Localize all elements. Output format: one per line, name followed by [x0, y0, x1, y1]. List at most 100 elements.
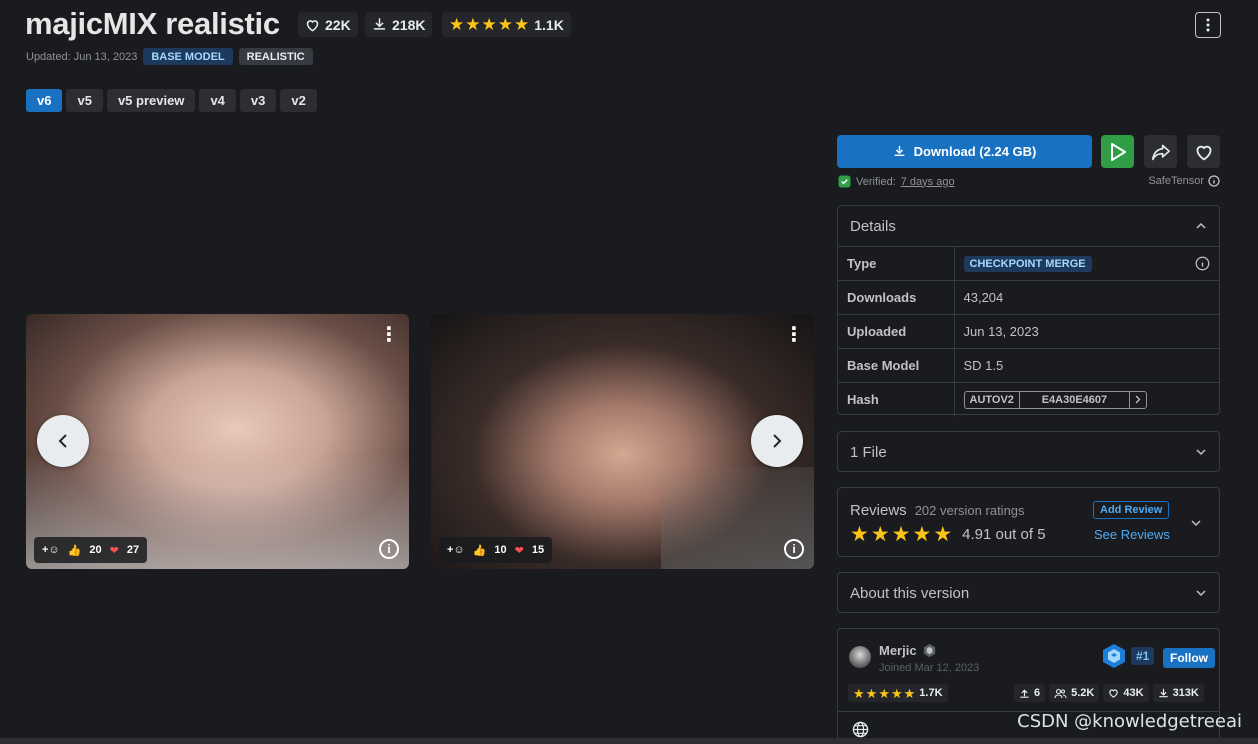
format-text: SafeTensor	[1148, 175, 1204, 187]
image-info-icon[interactable]: i	[379, 539, 399, 559]
heart-reaction-icon[interactable]: ❤	[110, 544, 119, 557]
star-icon: ★	[890, 685, 903, 701]
base-model-badge[interactable]: BASE MODEL	[143, 48, 233, 65]
detail-key: Hash	[838, 382, 955, 417]
creator-stats: 6 5.2K 43K 313K	[1014, 684, 1204, 702]
verified-date-link[interactable]: 7 days ago	[901, 176, 955, 188]
chevron-down-icon	[1195, 448, 1207, 456]
detail-value: Jun 13, 2023	[954, 314, 1219, 349]
type-badge: CHECKPOINT MERGE	[963, 255, 1092, 272]
share-button[interactable]	[1144, 135, 1177, 168]
hash-selector[interactable]: AUTOV2 E4A30E4607	[963, 390, 1147, 409]
add-review-button[interactable]: Add Review	[1093, 501, 1170, 519]
detail-key: Uploaded	[838, 314, 955, 349]
more-menu-button[interactable]	[1195, 12, 1221, 38]
details-table: Type CHECKPOINT MERGE Downloads 43,204 U…	[838, 246, 1219, 417]
tab-v2[interactable]: v2	[280, 89, 317, 112]
rank-label: #1	[1131, 647, 1155, 665]
heart-icon	[1108, 688, 1119, 698]
details-title: Details	[850, 217, 896, 235]
about-title: About this version	[850, 584, 970, 602]
download-button[interactable]: Download (2.24 GB)	[837, 135, 1092, 168]
table-row: Downloads 43,204	[838, 280, 1219, 315]
hash-type[interactable]: AUTOV2	[965, 391, 1020, 408]
tab-v6[interactable]: v6	[26, 89, 63, 112]
realistic-badge[interactable]: REALISTIC	[238, 48, 313, 65]
star-icon: ★	[514, 15, 530, 34]
files-panel[interactable]: 1 File	[837, 431, 1220, 472]
creator-name[interactable]: Merjic	[879, 643, 917, 658]
add-reaction-icon[interactable]: +☺	[447, 544, 465, 556]
star-icon: ★	[870, 523, 890, 546]
detail-key: Type	[838, 246, 955, 281]
star-icon: ★	[497, 15, 513, 34]
download-icon	[372, 17, 387, 32]
share-icon	[1151, 143, 1171, 161]
likes-stat[interactable]: 22K	[298, 12, 358, 37]
files-header[interactable]: 1 File	[838, 432, 1219, 472]
follow-button[interactable]: Follow	[1163, 648, 1215, 668]
likes-count: 22K	[325, 16, 351, 33]
chevron-down-icon[interactable]	[1190, 519, 1202, 527]
globe-icon[interactable]	[852, 721, 869, 738]
thumbs-up-icon[interactable]: 👍	[68, 544, 82, 557]
files-title: 1 File	[850, 443, 887, 461]
followers-count: 5.2K	[1071, 687, 1095, 699]
play-icon	[1110, 142, 1126, 161]
downloads-stat[interactable]: 218K	[365, 12, 433, 37]
table-row: Hash AUTOV2 E4A30E4607	[838, 382, 1219, 417]
download-icon	[893, 145, 906, 158]
shield-check-icon	[838, 175, 851, 188]
chevron-down-icon	[1195, 589, 1207, 597]
image-info-icon[interactable]: i	[784, 539, 804, 559]
image-menu-icon[interactable]: ⋮	[379, 322, 399, 347]
info-icon[interactable]	[1208, 175, 1220, 187]
creator-rank: #1	[1101, 643, 1155, 669]
avatar[interactable]	[849, 646, 871, 668]
rating-stars: ★ ★ ★ ★ ★	[449, 16, 529, 33]
uploads-count: 6	[1034, 687, 1041, 699]
heart-reaction-icon[interactable]: ❤	[515, 544, 524, 557]
heart-count: 27	[126, 544, 140, 556]
reaction-bar: +☺ 👍 20 ❤ 27	[34, 537, 148, 563]
tab-v3[interactable]: v3	[239, 89, 277, 112]
tab-v5[interactable]: v5	[66, 89, 103, 112]
info-icon[interactable]	[1195, 256, 1210, 271]
detail-value: AUTOV2 E4A30E4607	[954, 382, 1219, 417]
version-tabs: v6 v5 v5 preview v4 v3 v2	[26, 89, 317, 112]
star-icon: ★	[865, 685, 878, 701]
see-reviews-link[interactable]: See Reviews	[1094, 527, 1170, 542]
thumbs-up-icon[interactable]: 👍	[473, 544, 487, 557]
creator-likes-count: 43K	[1123, 687, 1144, 699]
detail-value: 43,204	[954, 280, 1219, 315]
details-panel: Details Type CHECKPOINT MERGE Downloads …	[837, 205, 1220, 417]
rating-stat[interactable]: ★ ★ ★ ★ ★ 1.1K	[442, 12, 571, 37]
detail-key: Base Model	[838, 348, 955, 383]
hash-value[interactable]: E4A30E4607	[1020, 391, 1130, 408]
run-button[interactable]	[1101, 135, 1134, 168]
review-score: 4.91 out of 5	[962, 526, 1046, 543]
chevron-right-icon[interactable]	[1130, 392, 1146, 408]
image-menu-icon[interactable]: ⋮	[784, 322, 804, 347]
like-button[interactable]	[1187, 135, 1220, 168]
detail-key: Downloads	[838, 280, 955, 315]
add-reaction-icon[interactable]: +☺	[42, 544, 60, 556]
details-header[interactable]: Details	[838, 206, 1219, 246]
bottom-scrollbar[interactable]	[0, 738, 1258, 744]
tab-v5-preview[interactable]: v5 preview	[106, 89, 196, 112]
heart-icon	[305, 18, 320, 32]
table-row: Base Model SD 1.5	[838, 348, 1219, 383]
star-icon: ★	[891, 523, 911, 546]
updated-date: Updated: Jun 13, 2023	[26, 50, 138, 63]
prev-image-button[interactable]	[37, 415, 89, 467]
next-image-button[interactable]	[751, 415, 803, 467]
about-panel[interactable]: About this version	[837, 572, 1220, 613]
detail-value: CHECKPOINT MERGE	[954, 246, 1219, 281]
creator-stars: ★ ★ ★ ★ ★	[853, 687, 915, 700]
followers-stat: 5.2K	[1049, 684, 1100, 702]
reviews-panel: Reviews 202 version ratings ★ ★ ★ ★ ★ 4.91 o…	[837, 487, 1220, 557]
verified-label: Verified:	[856, 175, 896, 188]
tab-v4[interactable]: v4	[199, 89, 236, 112]
download-icon	[1158, 688, 1169, 699]
about-header[interactable]: About this version	[838, 573, 1219, 613]
